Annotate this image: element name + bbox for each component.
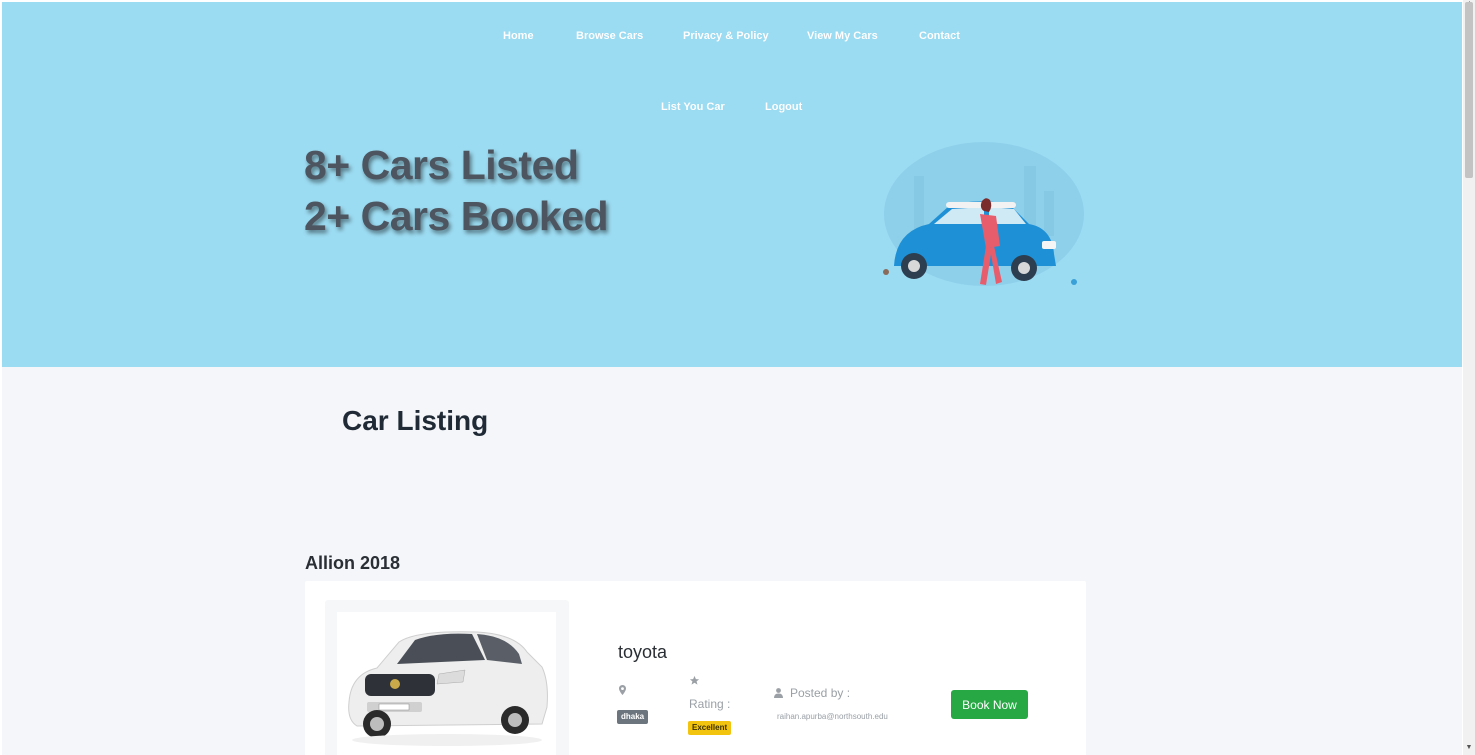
car-brand: toyota — [618, 642, 668, 662]
nav-privacy-policy[interactable]: Privacy & Policy — [683, 30, 769, 42]
stat-cars-listed: 8+ Cars Listed — [304, 142, 579, 188]
book-now-button[interactable]: Book Now — [951, 690, 1028, 719]
car-title: Allion 2018 — [305, 553, 401, 573]
posted-by-label: Posted by : — [790, 686, 851, 700]
nav-logout[interactable]: Logout — [765, 101, 802, 113]
map-marker-icon — [619, 685, 626, 698]
vertical-scrollbar[interactable]: ▲ ▼ — [1463, 0, 1475, 755]
rating-label: Rating : — [689, 697, 731, 711]
woman-leaning-on-car-illustration-icon — [883, 142, 1084, 286]
scroll-down-arrow-icon[interactable]: ▼ — [1465, 743, 1473, 753]
user-icon — [774, 688, 783, 701]
car-image-frame — [325, 600, 569, 755]
browser-viewport: Home Browse Cars Privacy & Policy View M… — [2, 2, 1462, 755]
stat-cars-booked: 2+ Cars Booked — [304, 193, 609, 239]
car-card: toyota dhaka Rating : Excellent Posted b… — [305, 581, 1086, 755]
rating-badge: Excellent — [688, 721, 732, 735]
hero-banner: Home Browse Cars Privacy & Policy View M… — [2, 2, 1462, 367]
section-title: Car Listing — [342, 405, 489, 436]
scrollbar-thumb[interactable] — [1465, 2, 1473, 178]
nav-list-your-car[interactable]: List You Car — [661, 101, 725, 113]
nav-home[interactable]: Home — [503, 30, 534, 42]
nav-browse-cars[interactable]: Browse Cars — [576, 30, 643, 42]
posted-by-email: raihan.apurba@northsouth.edu — [777, 712, 888, 721]
white-sedan-image-icon[interactable] — [337, 612, 556, 755]
location-badge: dhaka — [617, 710, 649, 724]
nav-contact[interactable]: Contact — [919, 30, 960, 42]
star-icon — [689, 675, 700, 689]
nav-view-my-cars[interactable]: View My Cars — [807, 30, 878, 42]
